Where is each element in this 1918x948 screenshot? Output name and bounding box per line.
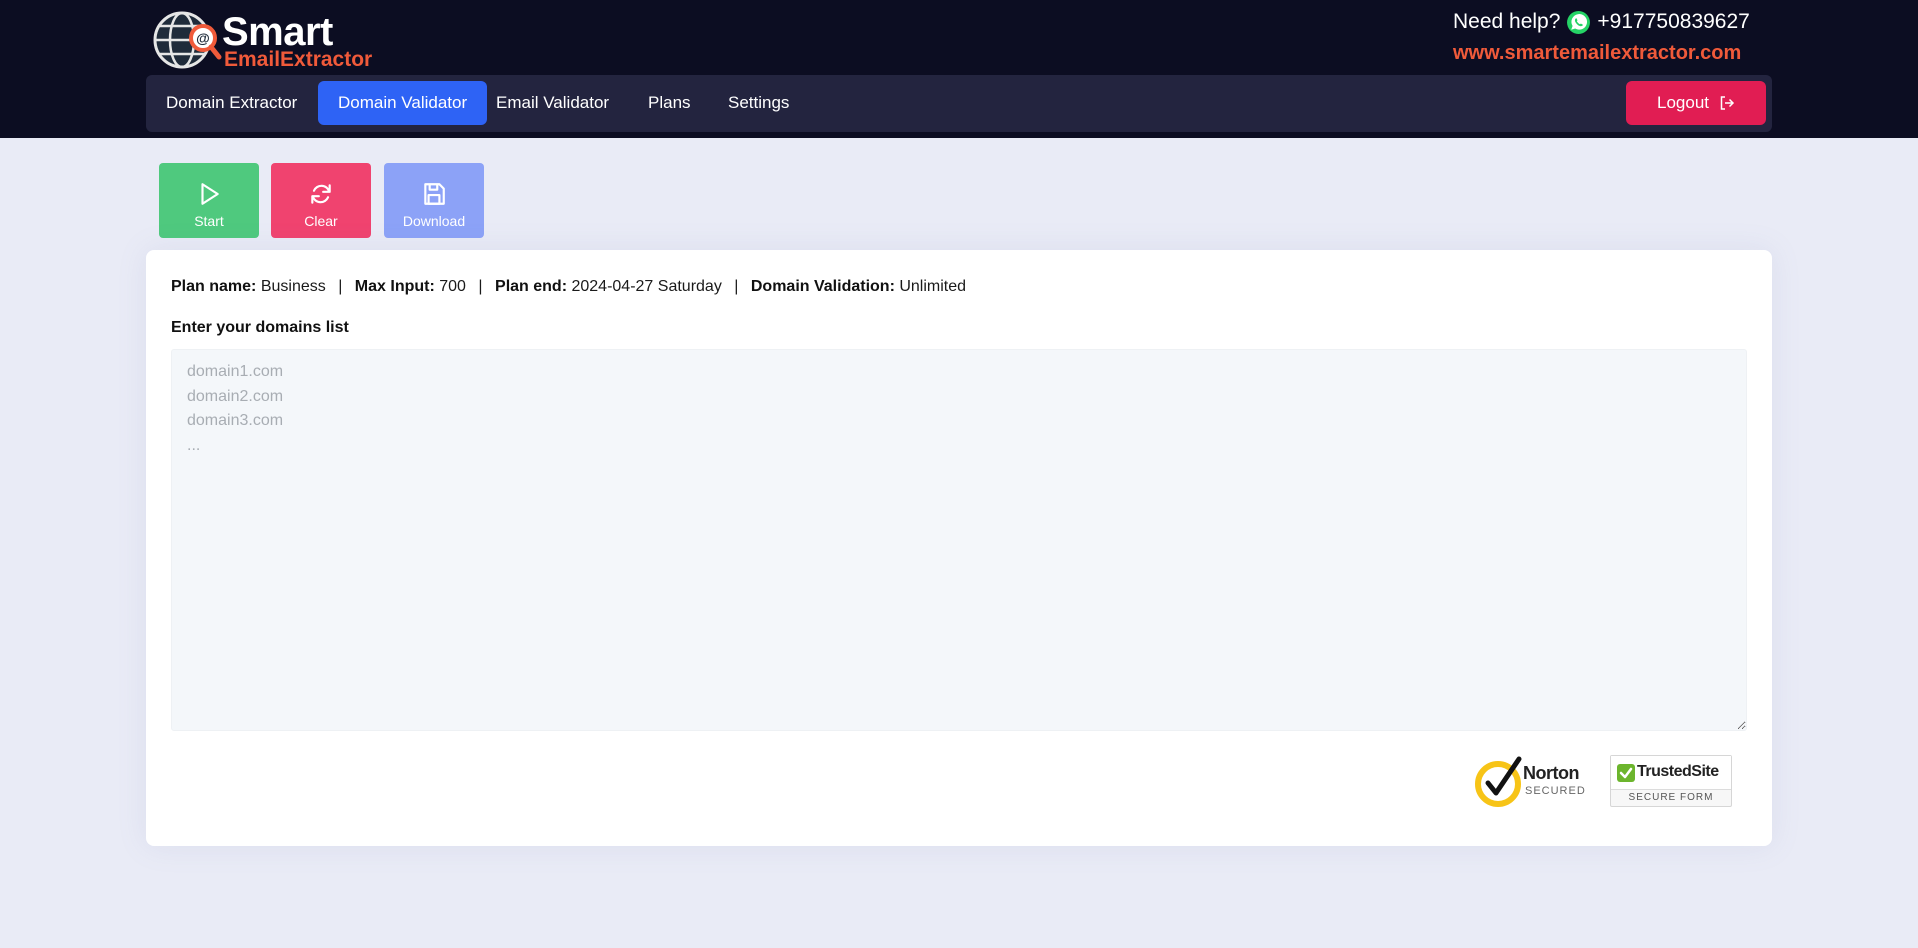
plan-end-value: 2024-04-27 Saturday: [571, 278, 722, 295]
trustedsite-subtitle: SECURE FORM: [1628, 792, 1714, 803]
domain-validation-value: Unlimited: [899, 278, 967, 295]
max-input-value: 700: [439, 278, 466, 295]
nav-domain-extractor[interactable]: Domain Extractor: [146, 81, 317, 125]
plan-end-label: Plan end:: [495, 278, 568, 295]
app-header: @ Smart EmailExtractor Need help? +91775…: [0, 0, 1918, 138]
norton-check-icon: [1475, 756, 1522, 807]
start-label: Start: [194, 213, 224, 229]
trustedsite-title: TrustedSite: [1637, 763, 1719, 780]
clear-button[interactable]: Clear: [271, 163, 371, 238]
whatsapp-icon[interactable]: [1566, 10, 1591, 35]
trustedsite-check-icon: [1617, 764, 1635, 782]
nav-settings[interactable]: Settings: [708, 81, 809, 125]
start-button[interactable]: Start: [159, 163, 259, 238]
logo-subtitle: EmailExtractor: [224, 48, 373, 71]
svg-text:@: @: [196, 30, 210, 46]
nav-email-validator[interactable]: Email Validator: [476, 81, 629, 125]
globe-logo-icon: @: [153, 11, 222, 69]
website-link[interactable]: www.smartemailextractor.com: [1453, 42, 1741, 65]
help-phone[interactable]: +917750839627: [1597, 10, 1749, 34]
separator: |: [478, 278, 483, 295]
separator: |: [338, 278, 343, 295]
nav-domain-validator[interactable]: Domain Validator: [318, 81, 488, 125]
clear-label: Clear: [304, 213, 338, 229]
domains-input-label: Enter your domains list: [171, 319, 349, 336]
play-icon: [201, 183, 219, 205]
norton-title: Norton: [1523, 763, 1579, 783]
logo[interactable]: @ Smart EmailExtractor: [152, 8, 392, 71]
domain-validator-card: Plan name: Business | Max Input: 700 | P…: [146, 250, 1772, 846]
plan-name-value: Business: [260, 278, 326, 295]
norton-badge[interactable]: Norton SECURED: [1475, 755, 1597, 807]
logout-label: Logout: [1657, 93, 1709, 112]
plan-info: Plan name: Business | Max Input: 700 | P…: [171, 278, 966, 296]
domain-validation-label: Domain Validation:: [750, 278, 895, 295]
save-icon: [424, 183, 445, 205]
plan-name-label: Plan name:: [171, 278, 257, 295]
trustedsite-top: TrustedSite: [1611, 756, 1731, 790]
trustedsite-badge[interactable]: TrustedSite SECURE FORM: [1610, 755, 1732, 807]
separator: |: [734, 278, 739, 295]
logout-icon: [1720, 96, 1735, 110]
refresh-icon: [311, 184, 331, 204]
help-contact: Need help? +917750839627: [1453, 9, 1750, 35]
download-button[interactable]: Download: [384, 163, 484, 238]
help-label: Need help?: [1453, 10, 1561, 33]
nav-plans[interactable]: Plans: [628, 81, 711, 125]
norton-subtitle: SECURED: [1525, 785, 1586, 797]
logout-button[interactable]: Logout: [1626, 81, 1766, 125]
max-input-label: Max Input:: [354, 278, 435, 295]
domains-textarea[interactable]: [171, 349, 1747, 731]
download-label: Download: [402, 213, 466, 229]
main-nav: Domain Extractor Domain Validator Email …: [146, 75, 1772, 132]
